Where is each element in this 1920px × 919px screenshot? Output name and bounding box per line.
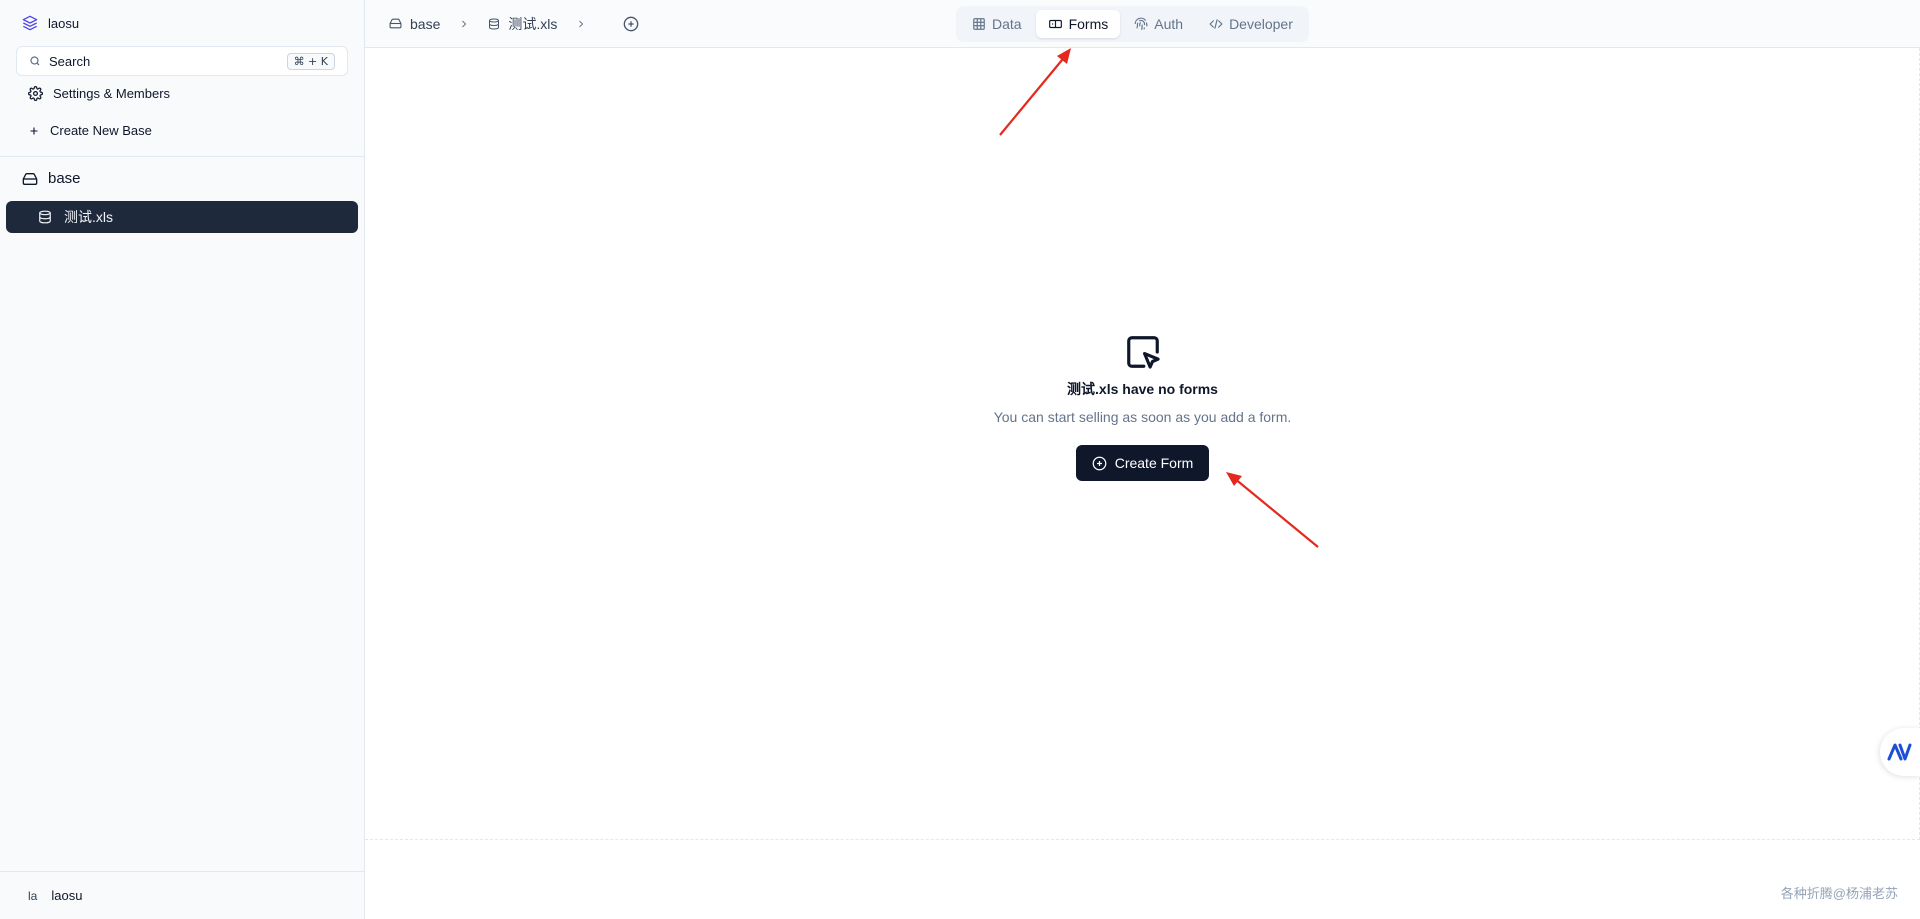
fingerprint-icon (1134, 17, 1148, 31)
layers-icon (22, 15, 38, 31)
database-icon (38, 210, 52, 224)
create-new-base-link[interactable]: Create New Base (28, 123, 152, 138)
breadcrumb-table[interactable]: 测试.xls (488, 14, 557, 34)
tab-auth-label: Auth (1154, 16, 1184, 32)
topbar: base 测试.xls Data Forms Auth Developer (365, 0, 1920, 48)
plus-icon (28, 125, 40, 137)
table-icon (972, 17, 986, 31)
search-placeholder: Search (49, 53, 91, 69)
chevron-right-icon (575, 18, 587, 30)
tab-data-label: Data (992, 16, 1022, 32)
pointer-square-icon (1124, 333, 1162, 371)
search-input[interactable]: Search ⌘ + K (16, 46, 348, 76)
sidebar-item-base[interactable]: base (22, 170, 81, 187)
sidebar-item-table[interactable]: 测试.xls (6, 201, 358, 233)
workspace-switcher[interactable]: laosu (0, 0, 364, 46)
sidebar: laosu Search ⌘ + K Settings & Members Cr… (0, 0, 365, 919)
create-form-button[interactable]: Create Form (1075, 445, 1210, 481)
empty-state-subtitle: You can start selling as soon as you add… (993, 409, 1292, 425)
plus-circle-icon (623, 16, 639, 32)
hard-drive-icon (389, 17, 402, 30)
code-icon (1209, 17, 1223, 31)
tab-forms-label: Forms (1068, 16, 1109, 32)
breadcrumb-table-label: 测试.xls (508, 15, 558, 32)
plus-circle-icon (1092, 456, 1107, 471)
create-new-base-label: Create New Base (50, 123, 152, 138)
table-label: 测试.xls (64, 209, 113, 225)
avatar: la (28, 888, 38, 903)
breadcrumb-base[interactable]: base (389, 16, 440, 32)
tab-forms[interactable]: Forms (1035, 10, 1121, 38)
empty-state-title: 测试.xls have no forms (1067, 381, 1218, 397)
assistant-launcher-button[interactable] (1880, 728, 1920, 776)
sidebar-divider (0, 156, 365, 157)
chevron-right-icon (458, 18, 470, 30)
user-name: laosu (51, 888, 83, 903)
create-form-label: Create Form (1114, 455, 1194, 471)
breadcrumb-base-label: base (410, 15, 441, 32)
tab-developer-label: Developer (1229, 16, 1293, 32)
view-tabs: Data Forms Auth Developer (956, 6, 1309, 42)
add-form-button[interactable] (623, 16, 639, 32)
assistant-logo-icon (1887, 742, 1913, 762)
settings-members-link[interactable]: Settings & Members (28, 86, 170, 101)
hard-drive-icon (22, 171, 38, 187)
watermark: 各种折腾@杨浦老苏 (1780, 886, 1898, 901)
empty-state: 测试.xls have no forms You can start selli… (365, 333, 1920, 481)
tab-auth[interactable]: Auth (1122, 10, 1195, 38)
database-icon (488, 18, 500, 30)
breadcrumb: base 测试.xls (389, 14, 639, 34)
tab-developer[interactable]: Developer (1197, 10, 1305, 38)
app-root: laosu Search ⌘ + K Settings & Members Cr… (0, 0, 1920, 919)
forms-icon (1048, 17, 1063, 31)
search-icon (29, 55, 41, 67)
tab-data[interactable]: Data (960, 10, 1034, 38)
base-label: base (48, 170, 81, 187)
settings-members-label: Settings & Members (53, 86, 171, 101)
search-shortcut: ⌘ + K (286, 52, 335, 70)
main-panel: base 测试.xls Data Forms Auth Developer 测试… (365, 0, 1920, 919)
user-menu[interactable]: la laosu (0, 871, 365, 919)
gear-icon (28, 86, 43, 101)
workspace-name: laosu (48, 15, 80, 31)
